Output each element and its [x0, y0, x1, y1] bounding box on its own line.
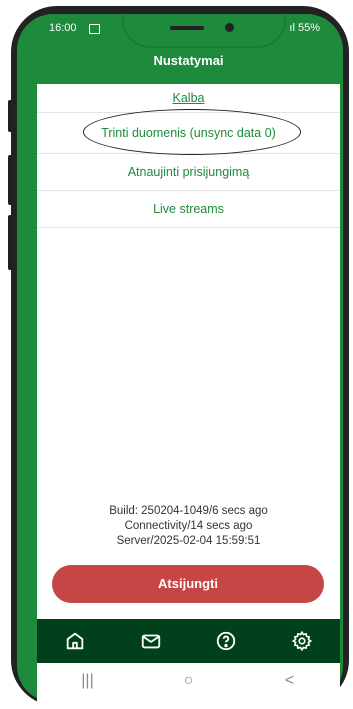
system-nav-bar: ||| ○ <	[37, 663, 340, 699]
back-button[interactable]: <	[270, 666, 310, 696]
menu-item-refresh-login[interactable]: Atnaujinti prisijungimą	[37, 154, 340, 191]
mail-icon	[141, 634, 160, 649]
settings-icon	[291, 630, 313, 652]
menu-item-live-streams[interactable]: Live streams	[37, 191, 340, 228]
server-text: Server/2025-02-04 15:59:51	[116, 535, 261, 547]
logout-button[interactable]: Atsijungti	[52, 565, 324, 603]
image-notification-icon	[89, 24, 100, 34]
home-button[interactable]: ○	[169, 666, 209, 696]
menu-item-delete-data[interactable]: Trinti duomenis (unsync data 0)	[37, 113, 340, 154]
bottom-nav	[37, 619, 340, 663]
status-bar: 16:00 ıl 55%	[37, 22, 340, 42]
nav-settings[interactable]	[284, 623, 320, 659]
build-text: Build: 250204-1049/6 secs ago	[109, 505, 268, 517]
status-right: ıl 55%	[287, 22, 320, 34]
home-icon	[66, 632, 84, 650]
page-title: Nustatymai	[153, 53, 224, 68]
status-time: 16:00	[49, 22, 77, 34]
build-info: Build: 250204-1049/6 secs ago Connectivi…	[37, 504, 340, 549]
menu-item-language[interactable]: Kalba	[37, 84, 340, 113]
connectivity-text: Connectivity/14 secs ago	[124, 520, 253, 532]
nav-mail[interactable]	[133, 623, 169, 659]
help-icon	[217, 631, 236, 651]
nav-home[interactable]	[57, 623, 93, 659]
settings-menu: Kalba Trinti duomenis (unsync data 0) At…	[37, 84, 340, 228]
recents-button[interactable]: |||	[68, 666, 108, 696]
nav-help[interactable]	[208, 623, 244, 659]
